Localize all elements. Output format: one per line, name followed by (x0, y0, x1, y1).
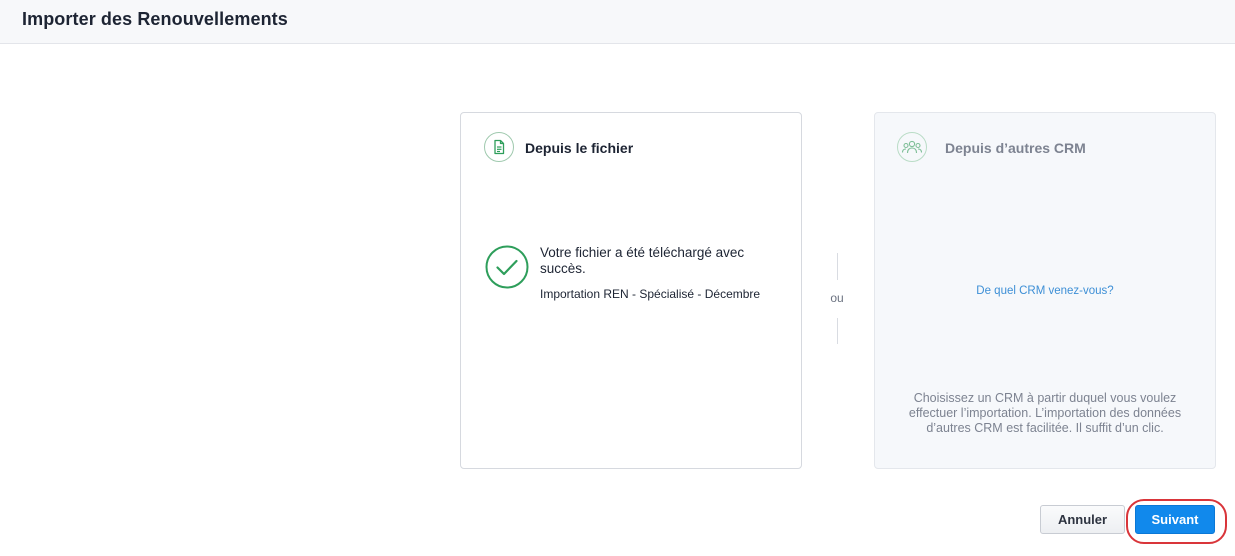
check-circle-icon (485, 245, 529, 289)
uploaded-file-name: Importation REN - Spécialisé - Décembre (540, 287, 761, 301)
file-card-title: Depuis le fichier (525, 140, 634, 156)
or-divider-label: ou (830, 291, 844, 305)
divider-line-top (837, 253, 838, 280)
choose-crm-link[interactable]: De quel CRM venez-vous? (875, 285, 1215, 297)
crm-description: Choisissez un CRM à partir duquel vous v… (908, 391, 1182, 435)
upload-success-message: Votre fichier a été téléchargé avec succ… (540, 245, 745, 276)
import-from-file-card[interactable]: Depuis le fichier Votre fichier a été té… (460, 112, 802, 469)
next-button[interactable]: Suivant (1135, 505, 1215, 534)
cancel-button[interactable]: Annuler (1040, 505, 1125, 534)
import-from-crm-card[interactable]: Depuis d’autres CRM De quel CRM venez-vo… (874, 112, 1216, 469)
page-header: Importer des Renouvellements (0, 0, 1235, 44)
divider-line-bottom (837, 318, 838, 344)
document-icon (484, 132, 514, 162)
users-group-icon (897, 132, 927, 162)
crm-card-title: Depuis d’autres CRM (945, 140, 1086, 156)
page-title: Importer des Renouvellements (22, 9, 288, 29)
